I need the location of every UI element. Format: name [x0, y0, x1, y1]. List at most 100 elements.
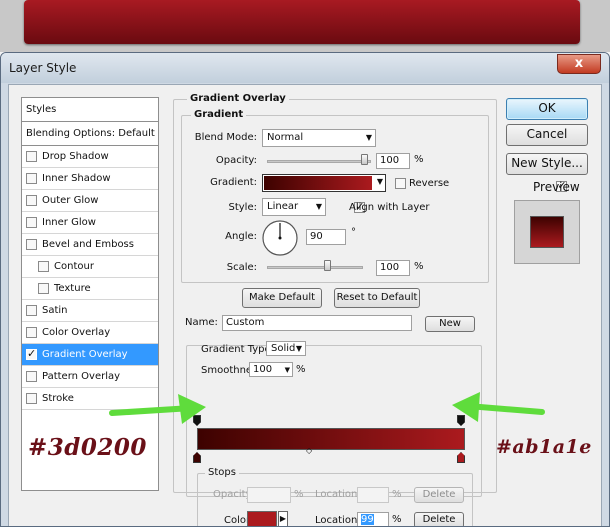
style-item-pattern-overlay[interactable]: Pattern Overlay: [22, 366, 158, 388]
style-item-color-overlay[interactable]: Color Overlay: [22, 322, 158, 344]
style-item-outer-glow[interactable]: Outer Glow: [22, 190, 158, 212]
gradient-name-input[interactable]: Custom: [222, 315, 412, 331]
opacity-location-label: Location:: [315, 489, 361, 500]
style-item-label: Drop Shadow: [42, 151, 109, 162]
name-label: Name:: [185, 317, 218, 328]
opacity-delete-button[interactable]: Delete: [414, 487, 464, 503]
canvas-red-gradient-layer: [24, 0, 580, 44]
style-label: Style:: [228, 202, 258, 213]
reset-to-default-button[interactable]: Reset to Default: [334, 288, 420, 308]
style-item-checkbox[interactable]: [26, 217, 37, 228]
style-item-label: Inner Shadow: [42, 173, 111, 184]
opacity-slider-track[interactable]: [267, 160, 371, 163]
chevron-down-icon[interactable]: ▼: [285, 363, 290, 377]
angle-dial[interactable]: [261, 219, 299, 257]
style-item-checkbox[interactable]: [26, 371, 37, 382]
blending-options-item[interactable]: Blending Options: Default: [22, 122, 158, 146]
reverse-checkbox[interactable]: [395, 178, 406, 189]
style-item-label: Satin: [42, 305, 68, 316]
scale-slider-knob[interactable]: [324, 260, 331, 271]
style-item-label: Gradient Overlay: [42, 349, 128, 360]
styles-header[interactable]: Styles: [22, 98, 158, 122]
opacity-input[interactable]: 100: [376, 153, 410, 169]
style-item-checkbox[interactable]: [26, 305, 37, 316]
style-select[interactable]: Linear ▼: [262, 198, 326, 216]
style-item-texture[interactable]: Texture: [22, 278, 158, 300]
blend-mode-select[interactable]: Normal ▼: [262, 129, 376, 147]
style-item-inner-glow[interactable]: Inner Glow: [22, 212, 158, 234]
opacity-location-input[interactable]: [357, 487, 389, 503]
make-default-button[interactable]: Make Default: [242, 288, 322, 308]
gradient-type-label: Gradient Type:: [201, 344, 275, 355]
style-item-checkbox[interactable]: [26, 195, 37, 206]
gradient-preview-swatch: [264, 176, 372, 190]
style-item-checkbox[interactable]: [26, 151, 37, 162]
left-color-annotation: #3d0200: [28, 434, 147, 461]
style-item-inner-shadow[interactable]: Inner Shadow: [22, 168, 158, 190]
midpoint-diamond[interactable]: ◇: [306, 446, 312, 455]
style-item-checkbox[interactable]: [38, 261, 49, 272]
right-color-annotation: #ab1a1e: [496, 436, 592, 458]
stop-opacity-percent: %: [294, 489, 304, 500]
scale-label: Scale:: [226, 262, 257, 273]
style-item-checkbox[interactable]: [26, 347, 37, 360]
preview-label: Preview: [533, 180, 580, 194]
style-item-checkbox[interactable]: [26, 239, 37, 250]
style-item-satin[interactable]: Satin: [22, 300, 158, 322]
scale-slider-track[interactable]: [267, 266, 363, 269]
preview-box: [514, 200, 580, 264]
stop-opacity-input[interactable]: [247, 487, 291, 503]
gradient-type-select[interactable]: Solid ▼: [266, 341, 306, 356]
new-style-button[interactable]: New Style...: [506, 153, 588, 175]
style-item-label: Texture: [54, 283, 91, 294]
gradient-type-value: Solid: [271, 343, 296, 354]
color-delete-button[interactable]: Delete: [414, 512, 464, 526]
style-item-label: Stroke: [42, 393, 74, 404]
dialog-title: Layer Style: [9, 61, 77, 75]
scale-percent: %: [414, 261, 424, 272]
opacity-slider-knob[interactable]: [361, 154, 368, 165]
style-item-checkbox[interactable]: [38, 283, 49, 294]
style-item-label: Inner Glow: [42, 217, 96, 228]
gradient-subgroup-title: Gradient: [191, 109, 247, 120]
chevron-down-icon[interactable]: ▼: [377, 177, 383, 186]
style-item-label: Contour: [54, 261, 94, 272]
opacity-location-percent: %: [392, 489, 402, 500]
smoothness-percent: %: [296, 364, 306, 375]
color-location-input[interactable]: 99: [357, 512, 389, 526]
style-item-bevel-and-emboss[interactable]: Bevel and Emboss: [22, 234, 158, 256]
style-item-gradient-overlay[interactable]: Gradient Overlay: [22, 344, 158, 366]
style-item-drop-shadow[interactable]: Drop Shadow: [22, 146, 158, 168]
angle-degree-symbol: °: [351, 227, 356, 238]
cancel-button[interactable]: Cancel: [506, 124, 588, 146]
stop-color-swatch[interactable]: [247, 511, 277, 526]
play-arrow-icon[interactable]: ▶: [278, 511, 288, 526]
ok-button[interactable]: OK: [506, 98, 588, 120]
chevron-down-icon: ▼: [315, 202, 322, 211]
close-button[interactable]: x: [557, 54, 601, 74]
title-bar[interactable]: Layer Style x: [1, 53, 609, 83]
style-item-checkbox[interactable]: [26, 173, 37, 184]
reverse-label: Reverse: [409, 178, 450, 189]
style-item-checkbox[interactable]: [26, 327, 37, 338]
angle-input[interactable]: 90: [306, 229, 346, 245]
style-item-label: Color Overlay: [42, 327, 111, 338]
style-item-checkbox[interactable]: [26, 393, 37, 404]
opacity-label: Opacity:: [215, 155, 257, 166]
chevron-down-icon: ▼: [365, 133, 372, 142]
scale-input[interactable]: 100: [376, 260, 410, 276]
right-arrow-annotation: [452, 392, 545, 422]
style-item-contour[interactable]: Contour: [22, 256, 158, 278]
smoothness-value: 100: [253, 364, 273, 375]
align-with-layer-label: Align with Layer: [349, 202, 430, 213]
gradient-ramp-bar[interactable]: [197, 428, 465, 450]
color-location-percent: %: [392, 514, 402, 525]
color-location-label: Location:: [315, 515, 361, 526]
stops-title: Stops: [205, 467, 239, 478]
chevron-down-icon: ▼: [295, 344, 302, 353]
smoothness-input[interactable]: 100 ▼: [249, 362, 293, 377]
opacity-percent: %: [414, 154, 424, 165]
color-location-value: 99: [361, 514, 374, 525]
gradient-picker[interactable]: ▼: [262, 174, 386, 192]
new-gradient-button[interactable]: New: [425, 316, 475, 332]
